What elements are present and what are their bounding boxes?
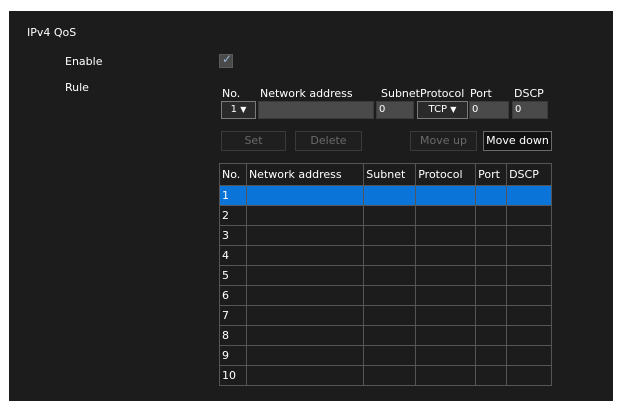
row-number: 1: [219, 185, 247, 206]
row-number: 3: [219, 225, 247, 246]
chevron-down-icon: ▼: [240, 105, 247, 114]
rule-label: Rule: [65, 81, 89, 94]
section-title: IPv4 QoS: [27, 26, 77, 39]
col-header-no: No.: [219, 163, 247, 186]
col-header-network-address: Network address: [245, 163, 365, 186]
row-number: 10: [219, 365, 247, 386]
row-number: 4: [219, 245, 247, 266]
table-row[interactable]: 9: [219, 345, 552, 366]
dscp-input[interactable]: 0: [512, 101, 548, 119]
col-header-port: Port: [475, 163, 508, 186]
table-row[interactable]: 3: [219, 225, 552, 246]
enable-checkbox[interactable]: ✓: [219, 52, 233, 68]
rule-header-dscp: DSCP: [514, 87, 544, 100]
col-header-subnet: Subnet: [363, 163, 417, 186]
enable-label: Enable: [65, 55, 103, 68]
set-button[interactable]: Set: [221, 131, 286, 151]
table-row[interactable]: 5: [219, 265, 552, 286]
row-number: 9: [219, 345, 247, 366]
col-header-dscp: DSCP: [506, 163, 552, 186]
row-number: 2: [219, 205, 247, 226]
port-input[interactable]: 0: [469, 101, 509, 119]
row-number: 7: [219, 305, 247, 326]
check-icon: ✓: [222, 52, 233, 66]
rule-header-no: No.: [222, 87, 241, 100]
table-row[interactable]: 1: [219, 185, 552, 206]
rule-header-protocol: Protocol: [420, 87, 465, 100]
table-row[interactable]: 6: [219, 285, 552, 306]
table-row[interactable]: 4: [219, 245, 552, 266]
rule-header-subnet: Subnet: [381, 87, 420, 100]
ipv4-qos-panel: IPv4 QoS Enable ✓ Rule No. Network addre…: [9, 11, 613, 401]
table-row[interactable]: 7: [219, 305, 552, 326]
delete-button[interactable]: Delete: [295, 131, 362, 151]
table-row[interactable]: 8: [219, 325, 552, 346]
network-address-input[interactable]: [258, 101, 374, 119]
move-up-button[interactable]: Move up: [410, 131, 477, 151]
rule-header-port: Port: [470, 87, 492, 100]
col-header-protocol: Protocol: [415, 163, 477, 186]
chevron-down-icon: ▼: [450, 105, 457, 114]
row-number: 5: [219, 265, 247, 286]
rules-table: No. Network address Subnet Protocol Port…: [219, 163, 552, 386]
rule-no-value: 1: [230, 104, 238, 115]
move-down-button[interactable]: Move down: [483, 131, 552, 151]
rule-header-network-address: Network address: [260, 87, 353, 100]
subnet-input[interactable]: 0: [376, 101, 414, 119]
protocol-value: TCP: [428, 104, 448, 115]
protocol-select[interactable]: TCP ▼: [417, 101, 468, 119]
row-number: 8: [219, 325, 247, 346]
rule-no-select[interactable]: 1 ▼: [221, 101, 256, 119]
table-header-row: No. Network address Subnet Protocol Port…: [219, 163, 552, 186]
table-row[interactable]: 2: [219, 205, 552, 226]
table-row[interactable]: 10: [219, 365, 552, 386]
row-number: 6: [219, 285, 247, 306]
